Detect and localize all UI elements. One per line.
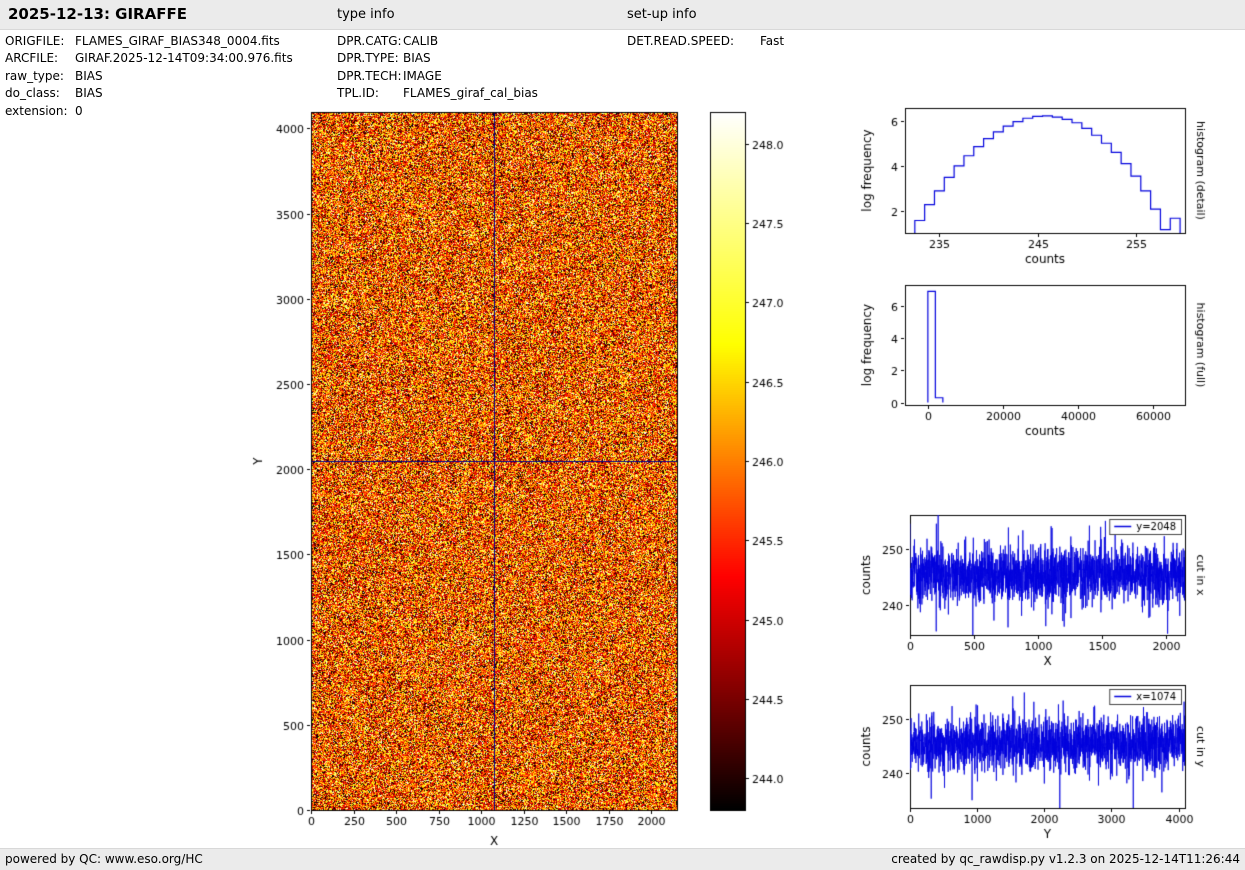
qc-report-page: 2025-12-13: GIRAFFE type info set-up inf…	[0, 0, 1245, 870]
meta-row: DPR.CATG:CALIB	[337, 33, 538, 50]
footer-credit-script: created by qc_rawdisp.py v1.2.3 on 2025-…	[891, 852, 1240, 866]
meta-row: DET.READ.SPEED: Fast	[627, 33, 784, 50]
type-info-column: DPR.CATG:CALIB DPR.TYPE: BIAS DPR.TECH:IM…	[337, 33, 538, 103]
cut-in-y-plot	[850, 678, 1210, 855]
meta-value: Fast	[760, 34, 785, 48]
meta-row: DPR.TYPE: BIAS	[337, 50, 538, 67]
bias-image-plot	[240, 100, 700, 860]
footer-credit-qc: powered by QC: www.eso.org/HC	[5, 852, 203, 866]
meta-label: DPR.TYPE:	[337, 51, 399, 66]
meta-row: DPR.TECH:IMAGE	[337, 68, 538, 85]
meta-value: BIAS	[75, 86, 103, 101]
meta-row: raw_type: BIAS	[5, 68, 293, 85]
meta-value: CALIB	[403, 34, 439, 48]
meta-label: DPR.CATG:	[337, 34, 402, 48]
meta-value: FLAMES_giraf_cal_bias	[403, 86, 538, 101]
cut-in-x-plot	[850, 505, 1210, 680]
meta-label: ARCFILE:	[5, 51, 59, 66]
setup-info-column: DET.READ.SPEED: Fast	[627, 33, 784, 50]
meta-value: 0	[75, 103, 83, 118]
meta-label: raw_type:	[5, 68, 64, 83]
meta-label: extension:	[5, 103, 68, 118]
meta-row: ORIGFILE: FLAMES_GIRAF_BIAS348_0004.fits	[5, 33, 293, 50]
histogram-full-plot	[850, 278, 1210, 455]
meta-label: do_class:	[5, 86, 60, 101]
colorbar	[700, 100, 800, 820]
meta-value: GIRAF.2025-12-14T09:34:00.976.fits	[75, 51, 293, 66]
meta-value: IMAGE	[403, 68, 442, 83]
meta-label: ORIGFILE:	[5, 34, 65, 48]
meta-label: DET.READ.SPEED:	[627, 34, 735, 48]
setup-info-heading: set-up info	[627, 7, 697, 22]
meta-value: BIAS	[75, 68, 103, 83]
meta-row: ARCFILE: GIRAF.2025-12-14T09:34:00.976.fi…	[5, 50, 293, 67]
type-info-heading: type info	[337, 7, 395, 22]
meta-label: DPR.TECH:	[337, 68, 402, 83]
meta-value: BIAS	[403, 51, 431, 66]
page-title: 2025-12-13: GIRAFFE	[8, 5, 187, 23]
meta-value: FLAMES_GIRAF_BIAS348_0004.fits	[75, 34, 280, 48]
histogram-detail-plot	[850, 100, 1210, 280]
